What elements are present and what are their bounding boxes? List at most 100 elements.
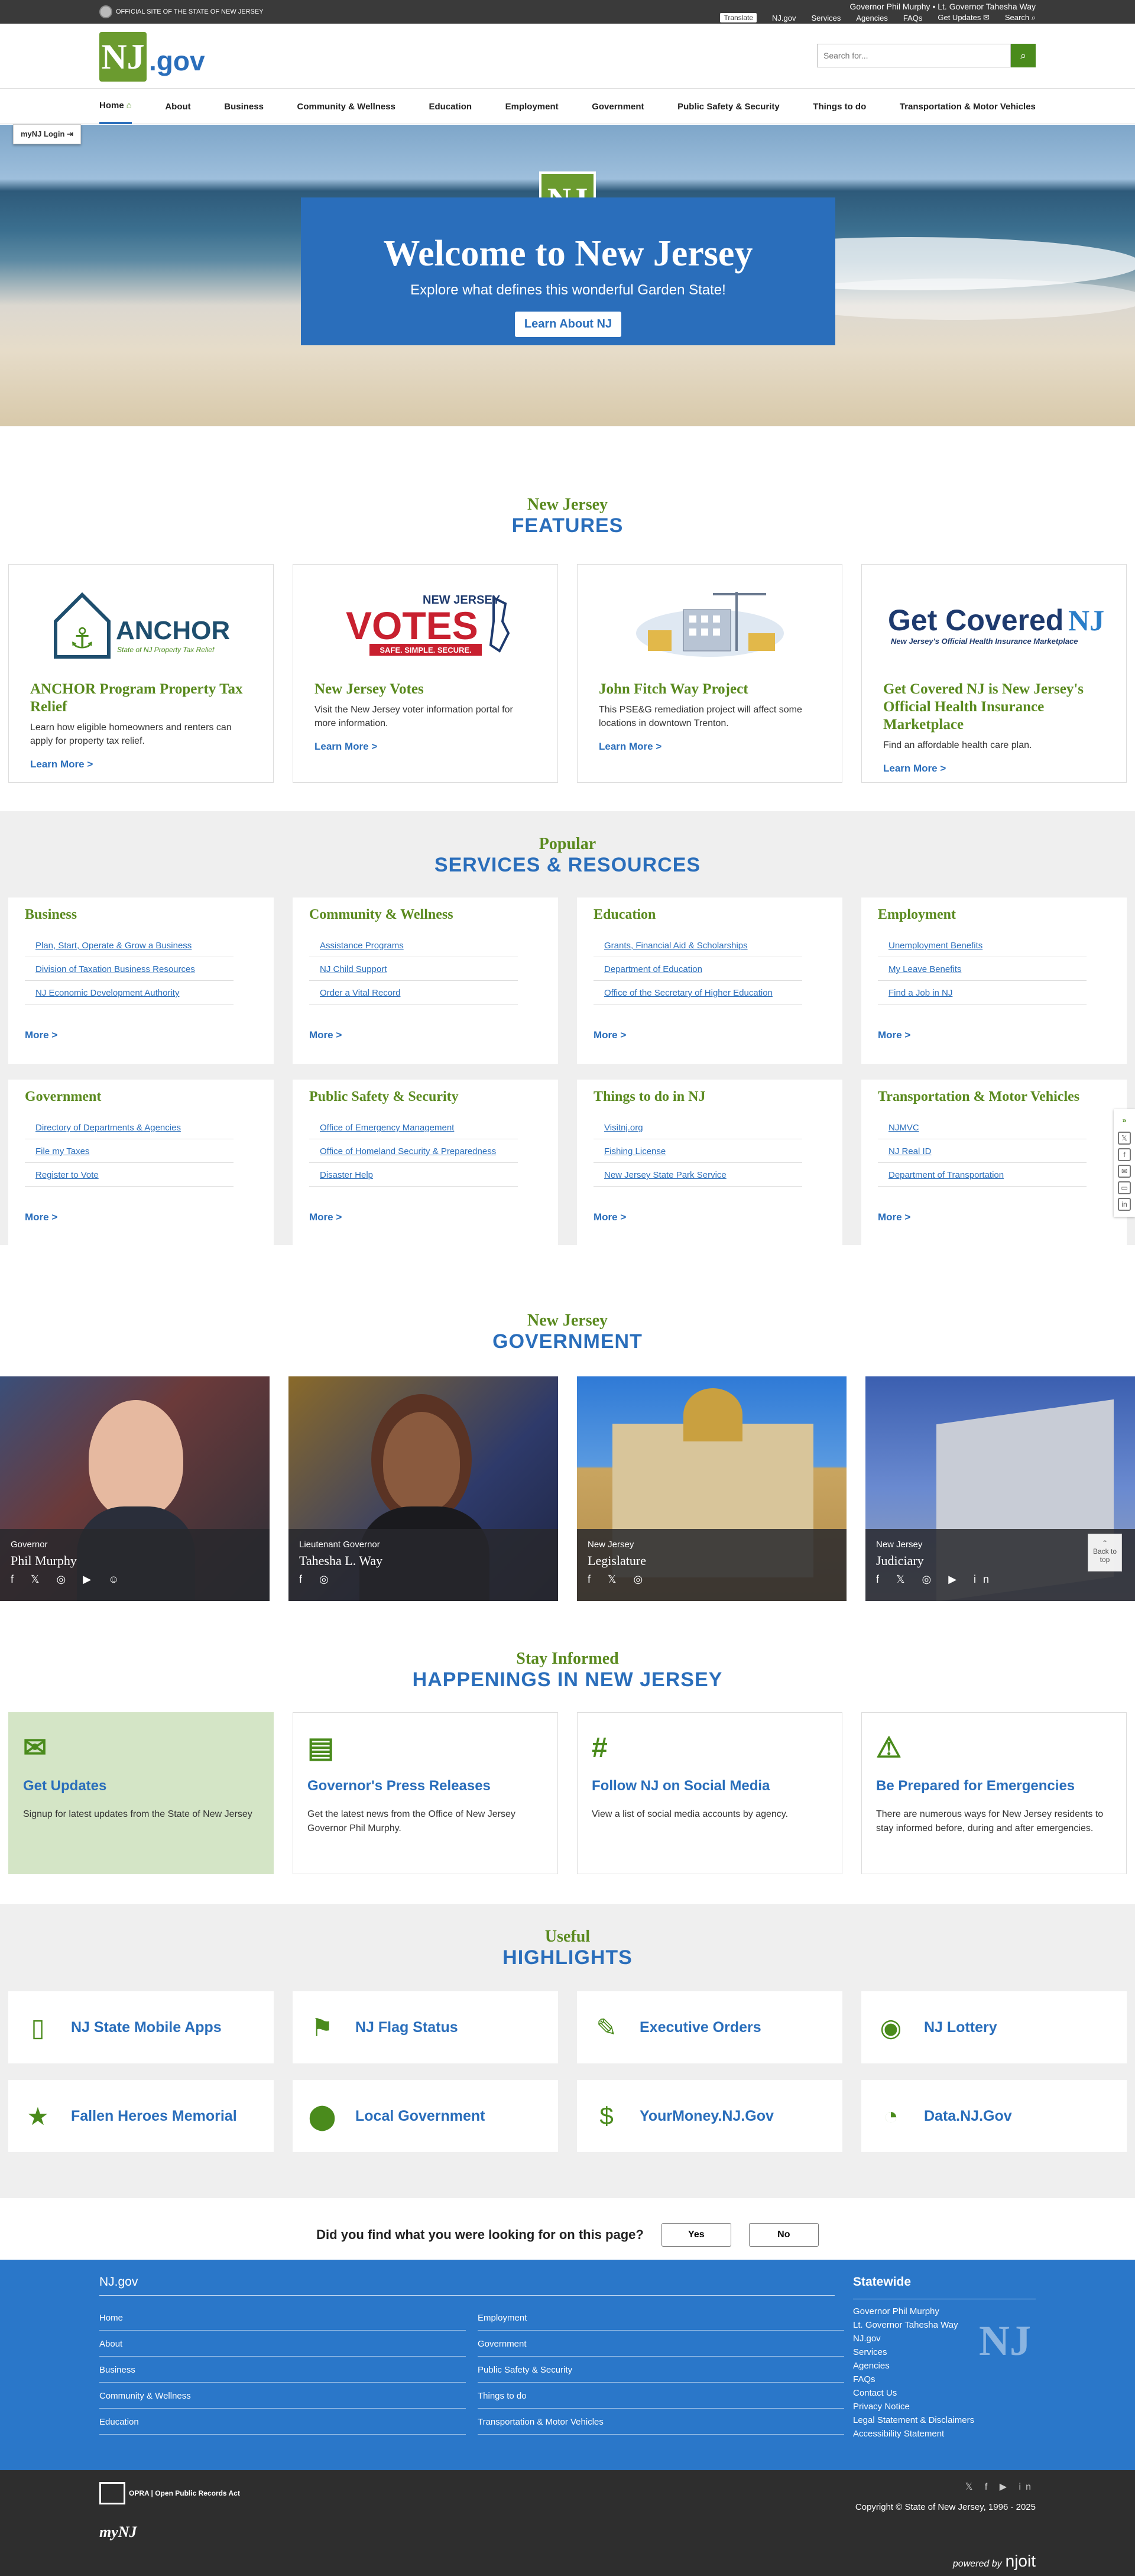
highlight-card-executive-orders[interactable]: ✎ Executive Orders	[577, 1991, 842, 2063]
email-share-icon[interactable]: ✉	[1118, 1165, 1131, 1178]
lt-governor-social-icons[interactable]: f ◎	[299, 1573, 547, 1586]
njgov-logo[interactable]: NJ .gov	[99, 32, 205, 82]
happening-card-get-updates[interactable]: ✉ Get Updates Signup for latest updates …	[8, 1712, 274, 1874]
translate-button[interactable]: Translate	[720, 13, 757, 22]
gov-card-legislature[interactable]: New Jersey Legislature f 𝕏 ◎	[577, 1376, 847, 1601]
topbar-link-faqs[interactable]: FAQs	[903, 14, 923, 22]
service-link[interactable]: Grants, Financial Aid & Scholarships	[594, 934, 802, 957]
search-submit-button[interactable]: ⌕	[1011, 44, 1036, 67]
service-link[interactable]: Register to Vote	[25, 1163, 234, 1187]
nav-public-safety[interactable]: Public Safety & Security	[677, 89, 780, 124]
governor-social-icons[interactable]: f 𝕏 ◎ ▶ ☺	[11, 1573, 259, 1586]
statewide-link-governor-phil-murphy[interactable]: Governor Phil Murphy	[853, 2306, 1036, 2316]
service-link[interactable]: Assistance Programs	[309, 934, 518, 957]
topbar-link-services[interactable]: Services	[812, 14, 841, 22]
footer-link-about[interactable]: About	[99, 2335, 466, 2357]
footer-link-government[interactable]: Government	[478, 2335, 844, 2357]
nav-government[interactable]: Government	[592, 89, 644, 124]
statewide-link-accessibility-statement[interactable]: Accessibility Statement	[853, 2429, 1036, 2439]
print-share-icon[interactable]: ▭	[1118, 1181, 1131, 1194]
learn-about-nj-button[interactable]: Learn About NJ	[514, 312, 622, 337]
service-link[interactable]: Office of Emergency Management	[309, 1116, 518, 1139]
service-link[interactable]: Division of Taxation Business Resources	[25, 957, 234, 981]
service-more-link[interactable]: More >	[25, 1029, 257, 1041]
statewide-link-privacy-notice[interactable]: Privacy Notice	[853, 2402, 1036, 2412]
legislature-social-icons[interactable]: f 𝕏 ◎	[588, 1573, 836, 1586]
happening-card-follow-nj-on-social-media[interactable]: # Follow NJ on Social Media View a list …	[577, 1712, 842, 1874]
feature-learn-more[interactable]: Learn More >	[883, 763, 1105, 775]
feature-card-votes[interactable]: NEW JERSEY VOTES SAFE. SIMPLE. SECURE. N…	[293, 564, 558, 783]
topbar-link-updates[interactable]: Get Updates ✉	[938, 13, 990, 22]
service-more-link[interactable]: More >	[309, 1211, 541, 1223]
topbar-link-search[interactable]: Search ⌕	[1005, 13, 1036, 22]
nav-transportation[interactable]: Transportation & Motor Vehicles	[900, 89, 1036, 124]
feedback-yes-button[interactable]: Yes	[661, 2223, 731, 2247]
service-link[interactable]: Visitnj.org	[594, 1116, 802, 1139]
highlight-card-data-nj-gov[interactable]: ◔ Data.NJ.Gov	[861, 2080, 1127, 2152]
judiciary-social-icons[interactable]: f 𝕏 ◎ ▶ in	[876, 1573, 1124, 1586]
topbar-link-njgov[interactable]: NJ.gov	[772, 14, 796, 22]
footer-link-business[interactable]: Business	[99, 2361, 466, 2383]
service-link[interactable]: Disaster Help	[309, 1163, 518, 1187]
highlight-card-local-government[interactable]: ⬤ Local Government	[293, 2080, 558, 2152]
service-link[interactable]: Office of the Secretary of Higher Educat…	[594, 981, 802, 1005]
service-more-link[interactable]: More >	[878, 1211, 1110, 1223]
service-more-link[interactable]: More >	[25, 1211, 257, 1223]
service-more-link[interactable]: More >	[594, 1211, 826, 1223]
nav-education[interactable]: Education	[429, 89, 472, 124]
happening-card-be-prepared-for-emergencies[interactable]: ⚠ Be Prepared for Emergencies There are …	[861, 1712, 1127, 1874]
feature-card-anchor[interactable]: ⚓ ANCHOR State of NJ Property Tax Relief…	[8, 564, 274, 783]
highlight-card-nj-lottery[interactable]: ◉ NJ Lottery	[861, 1991, 1127, 2063]
service-link[interactable]: NJMVC	[878, 1116, 1087, 1139]
service-link[interactable]: Directory of Departments & Agencies	[25, 1116, 234, 1139]
nav-business[interactable]: Business	[224, 89, 264, 124]
footer-link-transportation-motor-vehicles[interactable]: Transportation & Motor Vehicles	[478, 2413, 844, 2435]
service-link[interactable]: File my Taxes	[25, 1139, 234, 1163]
x-share-icon[interactable]: 𝕏	[1118, 1132, 1131, 1145]
service-link[interactable]: NJ Economic Development Authority	[25, 981, 234, 1005]
highlight-card-yourmoney-nj-gov[interactable]: $ YourMoney.NJ.Gov	[577, 2080, 842, 2152]
nav-things-to-do[interactable]: Things to do	[813, 89, 866, 124]
share-expand-icon[interactable]: »	[1118, 1115, 1131, 1128]
footer-link-employment[interactable]: Employment	[478, 2309, 844, 2331]
facebook-share-icon[interactable]: f	[1118, 1148, 1131, 1161]
feature-learn-more[interactable]: Learn More >	[30, 759, 252, 770]
search-input[interactable]	[817, 44, 1011, 67]
service-link[interactable]: Fishing License	[594, 1139, 802, 1163]
service-more-link[interactable]: More >	[878, 1029, 1110, 1041]
feedback-no-button[interactable]: No	[748, 2223, 819, 2247]
service-more-link[interactable]: More >	[594, 1029, 826, 1041]
service-link[interactable]: Department of Transportation	[878, 1163, 1087, 1187]
governor-line[interactable]: Governor Phil Murphy • Lt. Governor Tahe…	[849, 2, 1036, 11]
nav-employment[interactable]: Employment	[505, 89, 559, 124]
footer-link-community-wellness[interactable]: Community & Wellness	[99, 2387, 466, 2409]
service-link[interactable]: Plan, Start, Operate & Grow a Business	[25, 934, 234, 957]
service-more-link[interactable]: More >	[309, 1029, 541, 1041]
feature-card-john-fitch[interactable]: John Fitch Way Project This PSE&G remedi…	[577, 564, 842, 783]
linkedin-share-icon[interactable]: in	[1118, 1198, 1131, 1211]
nav-about[interactable]: About	[165, 89, 190, 124]
feature-learn-more[interactable]: Learn More >	[599, 741, 821, 753]
service-link[interactable]: Office of Homeland Security & Preparedne…	[309, 1139, 518, 1163]
feature-learn-more[interactable]: Learn More >	[314, 741, 536, 753]
service-link[interactable]: NJ Child Support	[309, 957, 518, 981]
statewide-link-legal-statement-disclaimers[interactable]: Legal Statement & Disclaimers	[853, 2415, 1036, 2425]
feature-card-get-covered[interactable]: Get Covered NJ New Jersey's Official Hea…	[861, 564, 1127, 783]
service-link[interactable]: Unemployment Benefits	[878, 934, 1087, 957]
topbar-link-agencies[interactable]: Agencies	[856, 14, 887, 22]
nav-home[interactable]: Home ⌂	[99, 89, 132, 124]
service-link[interactable]: Find a Job in NJ	[878, 981, 1087, 1005]
mynj-logo[interactable]: myNJ	[99, 2523, 137, 2541]
mynj-login-button[interactable]: myNJ Login ⇥	[13, 124, 81, 144]
footer-social-icons[interactable]: 𝕏 f ▶ in	[965, 2481, 1036, 2493]
highlight-card-nj-flag-status[interactable]: ⚑ NJ Flag Status	[293, 1991, 558, 2063]
happening-card-governor-s-press-releases[interactable]: ▤ Governor's Press Releases Get the late…	[293, 1712, 558, 1874]
footer-link-things-to-do[interactable]: Things to do	[478, 2387, 844, 2409]
opra-link[interactable]: OPRA | Open Public Records Act	[99, 2482, 240, 2504]
highlight-card-nj-state-mobile-apps[interactable]: ▯ NJ State Mobile Apps	[8, 1991, 274, 2063]
service-link[interactable]: Order a Vital Record	[309, 981, 518, 1005]
service-link[interactable]: New Jersey State Park Service	[594, 1163, 802, 1187]
footer-link-home[interactable]: Home	[99, 2309, 466, 2331]
statewide-link-contact-us[interactable]: Contact Us	[853, 2388, 1036, 2398]
footer-link-public-safety-security[interactable]: Public Safety & Security	[478, 2361, 844, 2383]
